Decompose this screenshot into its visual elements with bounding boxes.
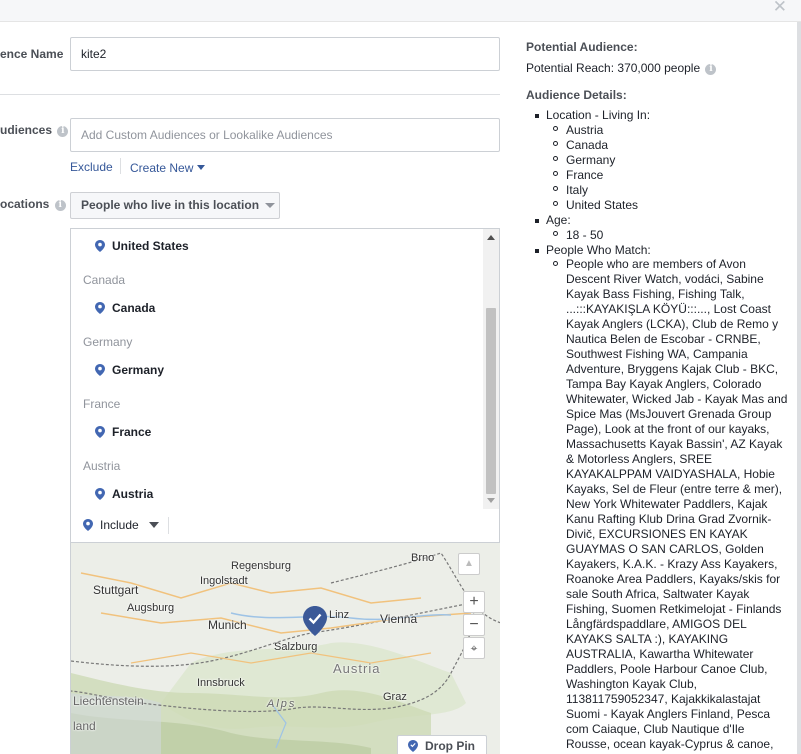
bullet bbox=[553, 156, 558, 161]
map-tilt-up-icon[interactable]: ▲ bbox=[458, 553, 480, 575]
map-label-ingolstadt: Ingolstadt bbox=[200, 575, 248, 587]
country-header-france: France bbox=[83, 397, 121, 411]
country-header-austria: Austria bbox=[83, 459, 121, 473]
map-pin-icon bbox=[95, 302, 105, 314]
selected-locations-list[interactable]: United States Canada Canada Germany Germ… bbox=[70, 228, 500, 510]
map-label-land: land bbox=[73, 719, 96, 733]
bullet bbox=[535, 114, 539, 118]
zoom-out-button[interactable]: − bbox=[463, 614, 485, 636]
bullet bbox=[553, 141, 558, 146]
map-label-stuttgart: Stuttgart bbox=[93, 583, 139, 597]
map-label-regensburg: Regensburg bbox=[231, 560, 291, 572]
scrollbar[interactable] bbox=[483, 229, 499, 509]
location-canada: Canada bbox=[566, 138, 609, 152]
location-heading: Location - Living In: bbox=[546, 108, 651, 122]
close-icon[interactable]: ✕ bbox=[773, 0, 787, 17]
audience-details-title: Audience Details: bbox=[526, 88, 627, 102]
bullet bbox=[553, 126, 558, 131]
drop-pin-label: Drop Pin bbox=[425, 739, 475, 753]
match-heading: People Who Match: bbox=[546, 243, 651, 257]
dialog-header: ✕ bbox=[0, 0, 801, 22]
scrollbar-thumb[interactable] bbox=[486, 308, 496, 494]
map-label-austria: Austria bbox=[333, 661, 381, 676]
bullet bbox=[535, 219, 539, 223]
audience-name-label: ence Name bbox=[0, 47, 64, 61]
map-label-linz: Linz bbox=[329, 609, 350, 621]
scroll-edge bbox=[797, 22, 801, 754]
locations-label: ocations i bbox=[0, 197, 66, 211]
audience-name-input[interactable] bbox=[70, 37, 500, 71]
location-type-dropdown[interactable]: People who live in this location bbox=[70, 192, 280, 219]
location-italy: Italy bbox=[566, 183, 589, 197]
drop-pin-button[interactable]: Drop Pin bbox=[397, 735, 487, 754]
bullet bbox=[553, 261, 558, 266]
location-item-france[interactable]: France bbox=[95, 425, 151, 439]
location-germany: Germany bbox=[566, 153, 616, 167]
chevron-down-icon bbox=[197, 165, 206, 170]
bullet bbox=[553, 186, 558, 191]
location-item-austria[interactable]: Austria bbox=[95, 487, 153, 501]
location-austria: Austria bbox=[566, 123, 604, 137]
map-label-augsburg: Augsburg bbox=[127, 602, 175, 614]
location-type-value: People who live in this location bbox=[81, 198, 260, 212]
info-icon[interactable]: i bbox=[57, 126, 69, 137]
chevron-down-icon bbox=[148, 522, 159, 528]
info-icon[interactable]: i bbox=[54, 200, 66, 211]
potential-audience-title: Potential Audience: bbox=[526, 40, 638, 54]
map-pin-icon bbox=[83, 519, 93, 531]
map-label-innsbruck: Innsbruck bbox=[197, 677, 245, 689]
map-pin-icon bbox=[95, 240, 105, 252]
include-bar: Include bbox=[70, 509, 500, 543]
map-pin-icon bbox=[95, 364, 105, 376]
include-dropdown[interactable]: Include bbox=[83, 518, 159, 532]
info-icon[interactable]: i bbox=[705, 64, 717, 75]
map-label-liechtenstein: Liechtenstein bbox=[73, 694, 144, 708]
map-pin-icon bbox=[95, 488, 105, 500]
include-separator bbox=[168, 517, 169, 534]
scroll-down-icon[interactable] bbox=[487, 498, 495, 503]
potential-reach: Potential Reach: 370,000 people i bbox=[526, 61, 717, 75]
recenter-icon[interactable]: ⌖ bbox=[463, 637, 485, 659]
exclude-link[interactable]: Exclude bbox=[70, 160, 113, 174]
create-new-dropdown[interactable]: Create New bbox=[130, 161, 206, 175]
chevron-down-icon bbox=[265, 203, 276, 208]
match-interests-text: People who are members of Avon Descent R… bbox=[566, 257, 788, 751]
bullet bbox=[553, 171, 558, 176]
location-item-united-states[interactable]: United States bbox=[95, 239, 189, 253]
map-label-graz: Graz bbox=[383, 691, 407, 703]
scroll-up-icon[interactable] bbox=[487, 235, 495, 240]
map-marker-icon[interactable] bbox=[303, 606, 327, 636]
zoom-in-button[interactable]: + bbox=[463, 591, 485, 613]
custom-audiences-label: udiences i bbox=[0, 123, 69, 137]
bullet bbox=[535, 249, 539, 253]
location-item-germany[interactable]: Germany bbox=[95, 363, 164, 377]
divider bbox=[0, 94, 500, 95]
bullet bbox=[553, 231, 558, 236]
map-pin-icon bbox=[408, 740, 418, 752]
location-united-states: United States bbox=[566, 198, 639, 212]
map-label-alps: Alps bbox=[267, 698, 297, 710]
age-range: 18 - 50 bbox=[566, 228, 604, 242]
map-label-brno: Brno bbox=[411, 552, 435, 564]
age-heading: Age: bbox=[546, 213, 571, 227]
map-pin-icon bbox=[95, 426, 105, 438]
bullet bbox=[553, 201, 558, 206]
country-header-canada: Canada bbox=[83, 273, 126, 287]
location-map[interactable]: Brno Stuttgart Regensburg Ingolstadt Aug… bbox=[70, 543, 500, 754]
map-label-vienna: Vienna bbox=[380, 612, 418, 626]
link-separator bbox=[120, 158, 121, 174]
create-new-label: Create New bbox=[130, 161, 194, 175]
country-header-germany: Germany bbox=[83, 335, 133, 349]
include-label: Include bbox=[100, 518, 139, 532]
custom-audiences-input[interactable] bbox=[70, 118, 500, 152]
location-item-canada[interactable]: Canada bbox=[95, 301, 155, 315]
map-label-salzburg: Salzburg bbox=[274, 641, 318, 653]
map-label-munich: Munich bbox=[208, 618, 247, 632]
location-france: France bbox=[566, 168, 604, 182]
